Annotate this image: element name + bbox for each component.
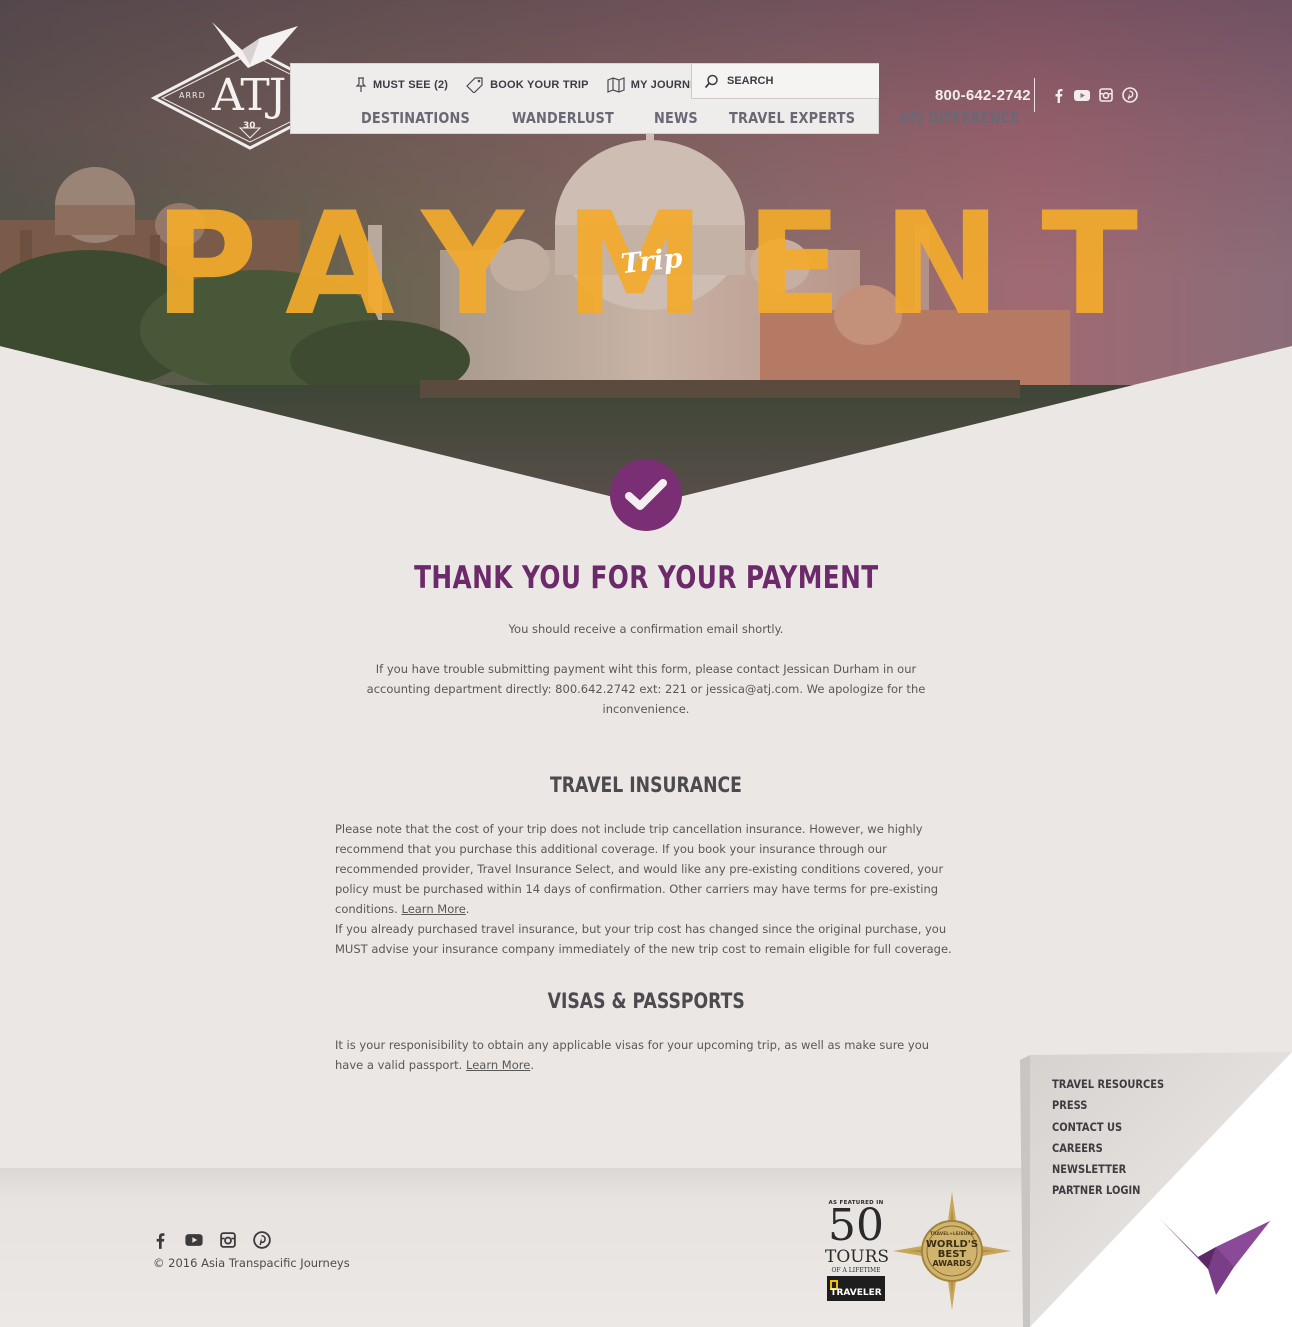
visas-paragraph-text: It is your responisibility to obtain any…	[335, 1038, 930, 1072]
careers-link[interactable]: CAREERS	[1052, 1141, 1164, 1155]
badge-number: 50	[828, 1200, 884, 1251]
travel-insurance-heading-text: TRAVEL INSURANCE	[550, 773, 742, 797]
youtube-icon[interactable]	[1074, 86, 1090, 104]
contact-us-link[interactable]: CONTACT US	[1052, 1120, 1164, 1134]
must-see-link[interactable]: MUST SEE (2)	[355, 77, 448, 93]
header-social-links	[1050, 86, 1138, 104]
newsletter-link[interactable]: NEWSLETTER	[1052, 1162, 1164, 1176]
confirmation-heading: THANK YOU FOR YOUR PAYMENT	[0, 560, 1292, 596]
logo-left-text: ARRD	[179, 91, 206, 100]
main-navigation: MUST SEE (2) BOOK YOUR TRIP MY JOURNEY D…	[290, 63, 1019, 134]
book-your-trip-label: BOOK YOUR TRIP	[490, 79, 589, 91]
nav-wanderlust[interactable]: WANDERLUST	[512, 109, 614, 127]
tag-icon	[466, 77, 483, 93]
insurance-paragraph-1: Please note that the cost of your trip d…	[335, 822, 944, 916]
logo-badge: 30	[243, 121, 256, 131]
instagram-icon[interactable]	[1098, 86, 1114, 104]
visas-heading-text: VISAS & PASSPORTS	[547, 989, 745, 1013]
travel-resources-link[interactable]: TRAVEL RESOURCES	[1052, 1077, 1164, 1091]
must-see-label: MUST SEE (2)	[373, 79, 449, 91]
search-box	[691, 64, 879, 99]
page-subtitle: Trip	[619, 242, 684, 281]
badge-tours-text: TOURS	[825, 1247, 890, 1267]
badge-lifetime-text: OF A LIFETIME	[831, 1267, 881, 1274]
instagram-icon[interactable]	[218, 1230, 238, 1250]
nav-news[interactable]: NEWS	[654, 109, 698, 127]
confirmation-heading-text: THANK YOU FOR YOUR PAYMENT	[413, 560, 879, 596]
insurance-paragraph-2: If you already purchased travel insuranc…	[335, 922, 952, 956]
visas-learn-more-link[interactable]: Learn More	[466, 1058, 530, 1072]
visas-paragraph: It is your responisibility to obtain any…	[335, 1038, 930, 1072]
traveler-logo: TRAVELER	[827, 1276, 885, 1301]
worlds-best-awards-badge: TRAVEL+LEISURE WORLD'S BEST AWARDS	[893, 1192, 1011, 1310]
payment-trouble-note: If you have trouble submitting payment w…	[366, 662, 926, 716]
awards-awards-text: AWARDS	[932, 1259, 972, 1268]
utility-nav: MUST SEE (2) BOOK YOUR TRIP MY JOURNEY	[355, 72, 705, 98]
press-link[interactable]: PRESS	[1052, 1098, 1164, 1112]
nav-destinations[interactable]: DESTINATIONS	[361, 109, 470, 127]
partner-login-link[interactable]: PARTNER LOGIN	[1052, 1183, 1164, 1197]
travel-insurance-heading: TRAVEL INSURANCE	[0, 773, 1292, 797]
facebook-icon[interactable]	[1050, 86, 1066, 104]
search-input[interactable]	[727, 75, 867, 87]
confirmation-email-note: You should receive a confirmation email …	[508, 622, 784, 636]
traveler-logo-text: TRAVELER	[830, 1288, 882, 1298]
nav-atj-difference[interactable]: ATJ DIFFERENCE	[900, 109, 1019, 127]
pinterest-icon[interactable]	[1122, 86, 1138, 104]
crane-icon	[1160, 1219, 1270, 1295]
checkmark-icon	[610, 459, 682, 531]
insurance-learn-more-link[interactable]: Learn More	[401, 902, 465, 916]
youtube-icon[interactable]	[184, 1230, 204, 1250]
nav-travel-experts[interactable]: TRAVEL EXPERTS	[729, 109, 855, 127]
header-divider	[1034, 78, 1035, 112]
50-tours-badge: AS FEATURED IN 50 TOURS OF A LIFETIME TR…	[825, 1200, 890, 1302]
footer-links: TRAVEL RESOURCES PRESS CONTACT US CAREER…	[1052, 1077, 1182, 1198]
phone-number[interactable]: 800-642-2742	[935, 87, 1031, 104]
map-icon	[607, 77, 625, 93]
book-your-trip-link[interactable]: BOOK YOUR TRIP	[466, 77, 589, 93]
visas-heading: VISAS & PASSPORTS	[0, 989, 1292, 1013]
facebook-icon[interactable]	[150, 1230, 170, 1250]
pin-icon	[355, 77, 367, 92]
logo-initials: ATJ	[212, 70, 286, 121]
footer-social-links	[150, 1230, 272, 1250]
pinterest-icon[interactable]	[252, 1230, 272, 1250]
copyright-text: © 2016 Asia Transpacific Journeys	[153, 1256, 350, 1270]
primary-nav: DESTINATIONS WANDERLUST NEWS TRAVEL EXPE…	[361, 106, 1039, 130]
search-icon	[704, 74, 718, 88]
awards-brand-text: TRAVEL+LEISURE	[930, 1232, 974, 1237]
